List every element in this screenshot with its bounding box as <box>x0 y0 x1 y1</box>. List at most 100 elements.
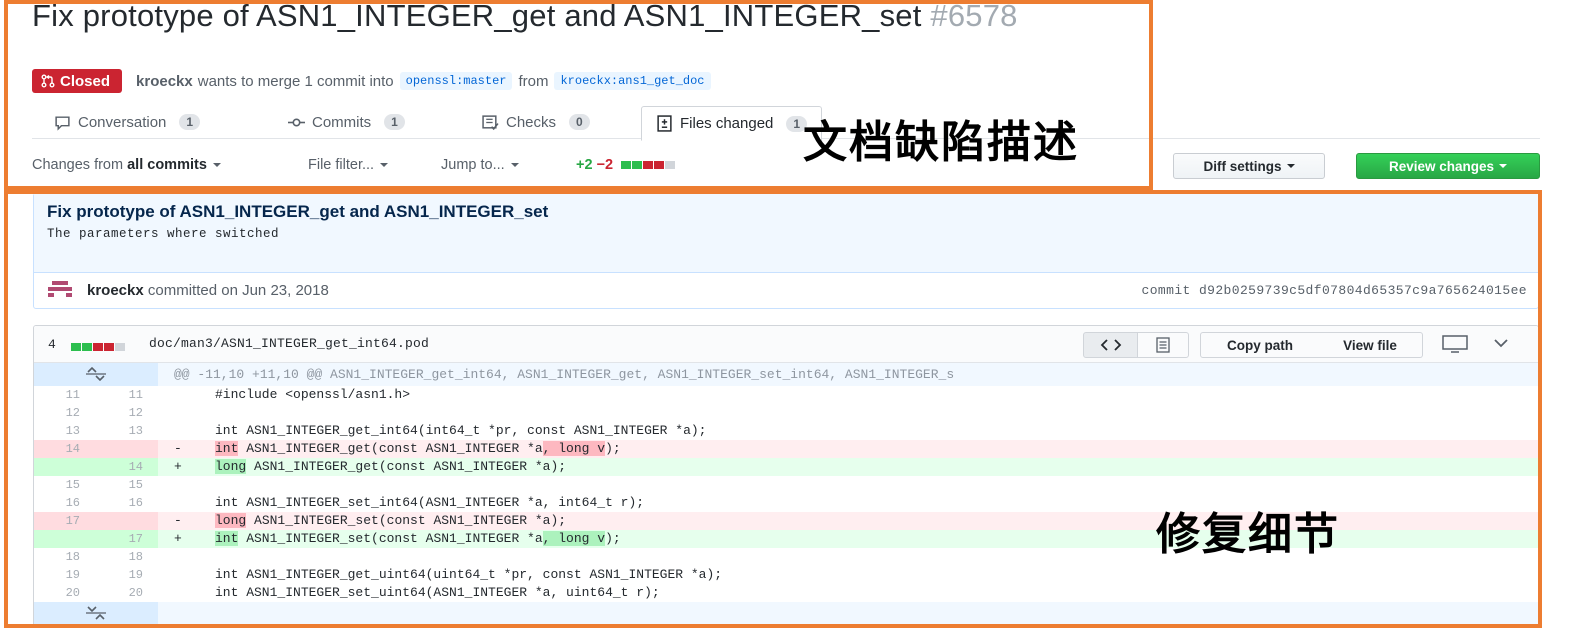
file-header: 4 doc/man3/ASN1_INTEGER_get_int64.pod Co… <box>34 326 1538 363</box>
old-line-number[interactable]: 14 <box>34 440 80 458</box>
tab-files-changed[interactable]: Files changed 1 <box>641 106 823 141</box>
copy-path-label: Copy path <box>1227 337 1293 353</box>
new-line-number[interactable]: 16 <box>98 494 143 512</box>
old-line-number[interactable]: 19 <box>34 566 80 584</box>
tab-conversation[interactable]: Conversation 1 <box>54 106 201 138</box>
new-line-number[interactable]: 11 <box>98 386 143 404</box>
unfold-icon <box>86 367 106 381</box>
copy-path-button[interactable]: Copy path <box>1200 332 1320 358</box>
old-line-number[interactable]: 12 <box>34 404 80 422</box>
hunk-footer-row <box>34 602 1538 624</box>
old-line-number[interactable]: 17 <box>34 512 80 530</box>
caret-down-icon <box>380 163 389 168</box>
diff-sign <box>174 386 186 404</box>
code-highlight: int <box>215 441 239 456</box>
diff-sign <box>174 566 186 584</box>
desktop-icon <box>1442 335 1468 353</box>
checklist-icon <box>482 114 499 130</box>
file-filter-dropdown[interactable]: File filter... <box>308 157 389 173</box>
annotation-label-top: 文档缺陷描述 <box>803 117 1079 168</box>
old-line-number[interactable]: 16 <box>34 494 80 512</box>
head-branch[interactable]: kroeckx:ans1_get_doc <box>554 72 711 90</box>
old-line-number[interactable] <box>34 530 80 548</box>
files-toolbar: Changes from all commits File filter... … <box>32 153 1542 179</box>
code-segment: ); <box>605 441 621 456</box>
pr-title: Fix prototype of ASN1_INTEGER_get and AS… <box>32 0 1132 31</box>
pr-author-link[interactable]: kroeckx <box>136 73 193 90</box>
new-line-number[interactable] <box>98 512 143 530</box>
tab-checks[interactable]: Checks 0 <box>482 106 590 138</box>
expand-up-button[interactable] <box>34 363 158 386</box>
diff-sign <box>174 476 186 494</box>
diff-line-added: 14 + long ASN1_INTEGER_get(const ASN1_INTE… <box>34 458 1538 476</box>
code-highlight: , long v <box>542 441 606 456</box>
avatar[interactable] <box>47 280 73 298</box>
tab-label: Conversation <box>78 113 167 131</box>
pr-meta: Closed kroeckx wants to merge 1 commit i… <box>32 69 717 93</box>
code-text: long ASN1_INTEGER_set(const ASN1_INTEGER… <box>215 512 566 530</box>
new-line-number[interactable]: 17 <box>98 530 143 548</box>
base-branch[interactable]: openssl:master <box>399 72 513 90</box>
caret-down-icon <box>510 163 519 168</box>
diff-sign: - <box>174 513 182 528</box>
old-line-number[interactable]: 11 <box>34 386 80 404</box>
commit-author-link[interactable]: kroeckx <box>87 282 144 299</box>
new-line-number[interactable] <box>98 440 143 458</box>
from-text: from <box>518 72 549 90</box>
desktop-button[interactable] <box>1442 335 1468 353</box>
comment-icon <box>55 115 70 131</box>
new-line-number[interactable]: 15 <box>98 476 143 494</box>
tab-commits[interactable]: Commits 1 <box>288 106 405 138</box>
source-view-button[interactable] <box>1083 332 1139 358</box>
new-line-number[interactable]: 14 <box>98 458 143 476</box>
diff-sign <box>174 584 186 602</box>
commit-header: Fix prototype of ASN1_INTEGER_get and AS… <box>34 194 1538 273</box>
commit-icon <box>288 118 305 126</box>
diff-line-context: 20 20 int ASN1_INTEGER_set_uint64(ASN1_INT… <box>34 584 1538 602</box>
new-line-number[interactable]: 18 <box>98 548 143 566</box>
merge-text: wants to merge 1 commit into <box>197 72 394 90</box>
jump-to-dropdown[interactable]: Jump to... <box>441 157 519 173</box>
diff-sign <box>174 548 186 566</box>
collapse-file-button[interactable] <box>1493 338 1509 348</box>
new-line-number[interactable]: 19 <box>98 566 143 584</box>
new-line-number[interactable]: 12 <box>98 404 143 422</box>
commit-author-line: kroeckx committed on Jun 23, 2018 <box>87 282 329 299</box>
code-text: int ASN1_INTEGER_get_uint64(uint64_t *pr… <box>215 567 723 582</box>
file-path[interactable]: doc/man3/ASN1_INTEGER_get_int64.pod <box>149 336 429 351</box>
new-line-number[interactable]: 13 <box>98 422 143 440</box>
changes-from-dropdown[interactable]: Changes from all commits <box>32 157 221 173</box>
file-changes-count: 4 <box>48 337 56 352</box>
new-line-number[interactable]: 20 <box>98 584 143 602</box>
commit-sha[interactable]: commit d92b0259739c5df07804d65357c9a7656… <box>1142 283 1527 298</box>
jump-to-label: Jump to... <box>441 157 505 173</box>
commit-title: Fix prototype of ASN1_INTEGER_get and AS… <box>47 202 549 221</box>
diff-icon <box>657 115 672 132</box>
diffstat-additions: +2 <box>576 157 593 173</box>
diff-settings-label: Diff settings <box>1203 158 1282 174</box>
tab-label: Checks <box>506 113 557 131</box>
old-line-number[interactable]: 13 <box>34 422 80 440</box>
old-line-number[interactable]: 18 <box>34 548 80 566</box>
diff-sign <box>174 422 186 440</box>
view-file-label: View file <box>1343 337 1397 353</box>
old-line-number[interactable] <box>34 458 80 476</box>
code-segment: ); <box>605 531 621 546</box>
diff-sign <box>174 404 186 422</box>
review-changes-button[interactable]: Review changes <box>1356 153 1540 179</box>
code-icon <box>1100 339 1122 351</box>
old-line-number[interactable]: 15 <box>34 476 80 494</box>
view-file-button[interactable]: View file <box>1318 332 1423 358</box>
diffstat: +2 −2 <box>576 157 676 173</box>
pull-request-icon <box>41 74 55 88</box>
review-changes-label: Review changes <box>1388 158 1495 174</box>
diff-table: @@ -11,10 +11,10 @@ ASN1_INTEGER_get_int… <box>34 363 1538 624</box>
old-line-number[interactable]: 20 <box>34 584 80 602</box>
diff-settings-button[interactable]: Diff settings <box>1173 153 1325 179</box>
caret-down-icon <box>212 163 221 168</box>
rich-diff-button[interactable] <box>1137 332 1189 358</box>
expand-down-button[interactable] <box>34 602 158 624</box>
tab-counter: 0 <box>569 114 590 130</box>
code-highlight: long <box>215 513 247 528</box>
caret-down-icon <box>1286 164 1295 168</box>
